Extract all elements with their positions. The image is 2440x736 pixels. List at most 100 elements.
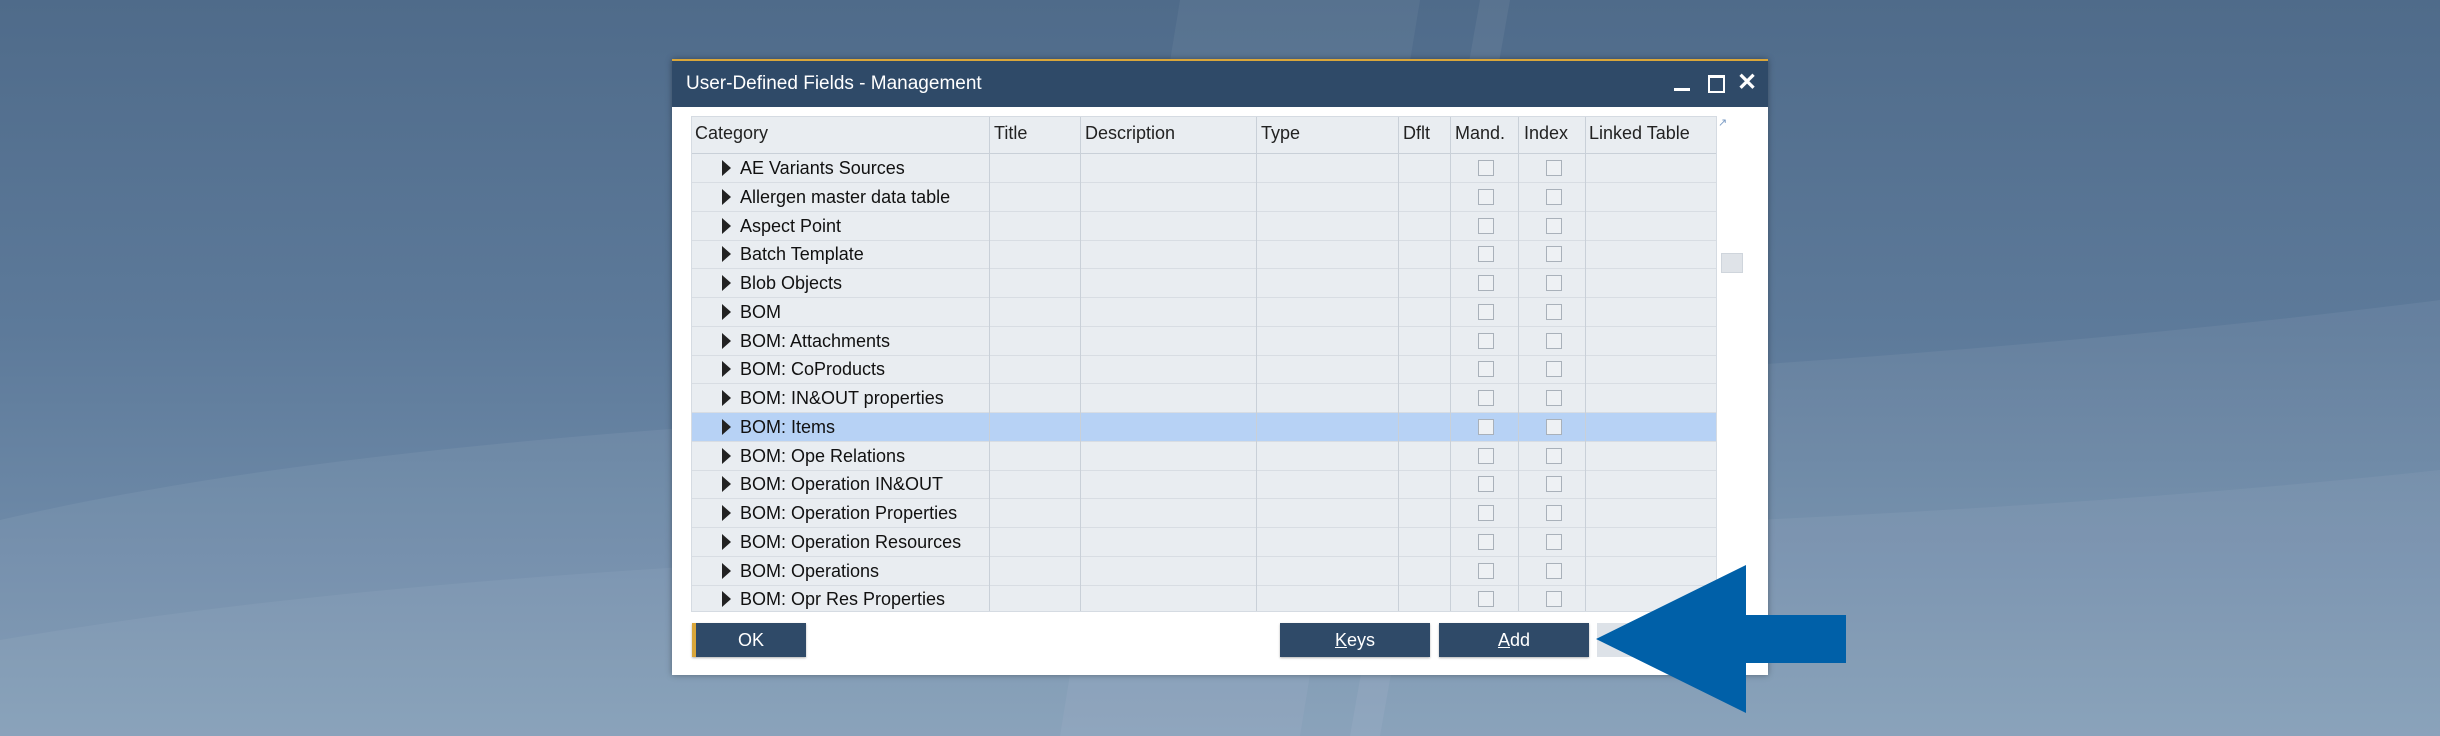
mandatory-checkbox[interactable] (1478, 533, 1494, 550)
expand-arrow-icon[interactable] (722, 505, 731, 521)
close-icon[interactable]: ✕ (1732, 68, 1762, 98)
table-row[interactable]: BOM: Ope Relations (692, 442, 1716, 471)
resize-corner-icon: ↗ (1718, 117, 1728, 129)
column-header-mandatory[interactable]: Mand. (1455, 123, 1505, 144)
index-checkbox[interactable] (1546, 303, 1562, 320)
index-checkbox[interactable] (1546, 275, 1562, 291)
mandatory-checkbox[interactable] (1478, 361, 1494, 378)
table-row[interactable]: BOM: Opr Res Properties (692, 585, 1716, 611)
column-divider (1256, 117, 1257, 611)
index-checkbox[interactable] (1546, 591, 1562, 608)
expand-arrow-icon[interactable] (722, 591, 731, 608)
mandatory-checkbox[interactable] (1478, 505, 1494, 521)
category-label: BOM: Attachments (740, 330, 891, 351)
annotation-arrow-icon (1596, 565, 1846, 713)
maximize-icon[interactable] (1700, 68, 1730, 98)
table-row[interactable]: BOM: Operation Properties (692, 499, 1716, 528)
table-row[interactable]: BOM: Operation IN&OUT (692, 470, 1716, 500)
index-checkbox[interactable] (1546, 217, 1562, 234)
index-checkbox[interactable] (1546, 418, 1562, 435)
expand-arrow-icon[interactable] (722, 562, 731, 579)
mandatory-checkbox[interactable] (1478, 217, 1494, 234)
table-header: Category Title Description Type Dflt Man… (692, 117, 1716, 154)
table-row[interactable]: Blob Objects (692, 269, 1716, 298)
mandatory-checkbox[interactable] (1478, 303, 1494, 320)
expand-arrow-icon[interactable] (722, 160, 731, 176)
expand-arrow-icon[interactable] (722, 332, 731, 349)
minimize-icon[interactable] (1666, 68, 1696, 98)
expand-arrow-icon[interactable] (722, 390, 731, 406)
table-row[interactable]: BOM: CoProducts (692, 355, 1716, 385)
mandatory-checkbox[interactable] (1478, 160, 1494, 176)
table-row[interactable]: AE Variants Sources (692, 154, 1716, 183)
column-divider (989, 117, 990, 611)
add-mnemonic: A (1497, 630, 1510, 650)
table-row[interactable]: BOM: Items (692, 412, 1716, 442)
expand-arrow-icon[interactable] (722, 303, 731, 320)
index-checkbox[interactable] (1546, 562, 1562, 579)
table-row[interactable]: BOM: IN&OUT properties (692, 384, 1716, 413)
column-header-type[interactable]: Type (1261, 123, 1300, 144)
expand-arrow-icon[interactable] (722, 217, 731, 234)
mandatory-checkbox[interactable] (1478, 188, 1494, 205)
mandatory-checkbox[interactable] (1478, 275, 1494, 291)
scrollbar-thumb[interactable] (1721, 253, 1743, 273)
mandatory-checkbox[interactable] (1478, 476, 1494, 493)
keys-mnemonic: K (1334, 630, 1347, 650)
vertical-scrollbar[interactable]: ↗ (1718, 116, 1744, 610)
expand-arrow-icon[interactable] (722, 361, 731, 378)
index-checkbox[interactable] (1546, 476, 1562, 493)
category-label: Aspect Point (740, 215, 842, 236)
column-header-category[interactable]: Category (695, 123, 768, 144)
mandatory-checkbox[interactable] (1478, 332, 1494, 349)
mandatory-checkbox[interactable] (1478, 246, 1494, 263)
category-label: BOM: IN&OUT properties (740, 388, 944, 408)
keys-label: eys (1347, 630, 1376, 650)
add-label: dd (1509, 630, 1531, 650)
keys-button[interactable]: Keys (1280, 623, 1430, 657)
table-row[interactable]: BOM: Attachments (692, 327, 1716, 356)
mandatory-checkbox[interactable] (1478, 591, 1494, 608)
index-checkbox[interactable] (1546, 361, 1562, 378)
index-checkbox[interactable] (1546, 332, 1562, 349)
table-row[interactable]: BOM: Operations (692, 557, 1716, 586)
ok-button[interactable]: OK (692, 623, 806, 657)
index-checkbox[interactable] (1546, 160, 1562, 176)
index-checkbox[interactable] (1546, 447, 1562, 464)
table-row[interactable]: Aspect Point (692, 212, 1716, 241)
column-header-default[interactable]: Dflt (1403, 123, 1430, 144)
category-label: BOM: Opr Res Properties (740, 589, 946, 610)
expand-arrow-icon[interactable] (722, 188, 731, 205)
expand-arrow-icon[interactable] (722, 246, 731, 263)
table-row[interactable]: BOM: Operation Resources (692, 528, 1716, 557)
column-header-title[interactable]: Title (994, 123, 1027, 144)
column-header-index[interactable]: Index (1524, 123, 1568, 144)
mandatory-checkbox[interactable] (1478, 390, 1494, 406)
category-label: Allergen master data table (740, 186, 951, 207)
expand-arrow-icon[interactable] (722, 476, 731, 493)
mandatory-checkbox[interactable] (1478, 447, 1494, 464)
index-checkbox[interactable] (1546, 390, 1562, 406)
index-checkbox[interactable] (1546, 246, 1562, 263)
column-header-description[interactable]: Description (1085, 123, 1175, 144)
expand-arrow-icon[interactable] (722, 447, 731, 464)
window-titlebar: User-Defined Fields - Management ✕ (672, 61, 1768, 107)
category-label: BOM: CoProducts (740, 359, 886, 380)
window-title: User-Defined Fields - Management (686, 73, 982, 94)
index-checkbox[interactable] (1546, 505, 1562, 521)
mandatory-checkbox[interactable] (1478, 562, 1494, 579)
category-label: Batch Template (740, 244, 864, 265)
category-label: BOM (740, 301, 782, 322)
index-checkbox[interactable] (1546, 533, 1562, 550)
expand-arrow-icon[interactable] (722, 275, 731, 291)
column-header-linked-table[interactable]: Linked Table (1589, 123, 1690, 144)
category-label: BOM: Operations (740, 560, 880, 581)
index-checkbox[interactable] (1546, 188, 1562, 205)
add-button[interactable]: Add (1439, 623, 1589, 657)
table-row[interactable]: Allergen master data table (692, 183, 1716, 212)
mandatory-checkbox[interactable] (1478, 418, 1494, 435)
expand-arrow-icon[interactable] (722, 533, 731, 550)
expand-arrow-icon[interactable] (722, 418, 731, 435)
table-row[interactable]: BOM (692, 298, 1716, 327)
table-row[interactable]: Batch Template (692, 240, 1716, 270)
